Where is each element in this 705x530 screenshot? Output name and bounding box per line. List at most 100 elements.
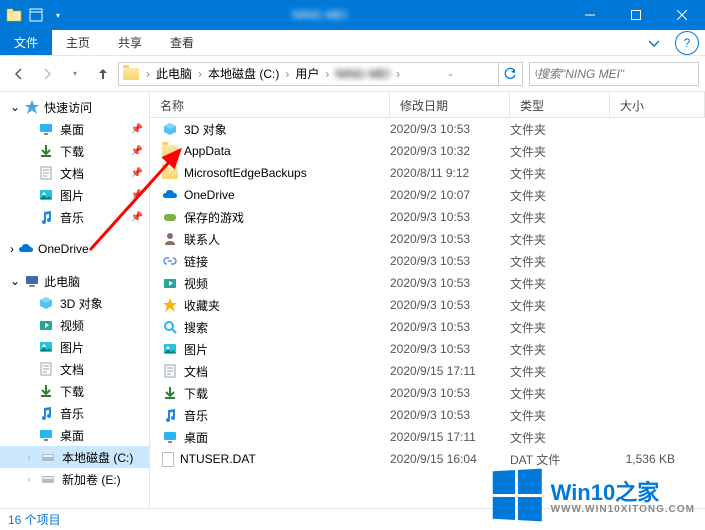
file-list: 名称 修改日期 类型 大小 3D 对象2020/9/3 10:53文件夹AppD… [150,92,705,508]
search-box[interactable] [529,62,699,86]
file-type: 文件夹 [510,319,610,336]
file-date: 2020/9/3 10:53 [390,408,510,422]
sidebar-item[interactable]: 3D 对象 [0,292,149,314]
tab-view[interactable]: 查看 [156,30,208,55]
table-row[interactable]: 联系人2020/9/3 10:53文件夹 [150,228,705,250]
sidebar-item[interactable]: 图片 [0,336,149,358]
sidebar-tree[interactable]: ⌄ 快速访问 桌面📌下载📌文档📌图片📌音乐📌 › OneDrive ⌄ 此电脑 … [0,92,150,508]
pin-icon: 📌 [131,212,143,223]
sidebar-label: OneDrive [38,242,89,256]
file-date: 2020/9/2 10:07 [390,188,510,202]
breadcrumb-user-folder[interactable]: NING MEI [332,63,393,85]
file-date: 2020/9/15 16:04 [390,452,510,466]
maximize-button[interactable] [613,0,659,30]
sidebar-onedrive[interactable]: › OneDrive [0,238,149,260]
qat-dropdown-icon[interactable]: ▾ [50,7,66,23]
breadcrumb-sep[interactable]: › [143,67,153,81]
file-type: 文件夹 [510,297,610,314]
file-date: 2020/9/3 10:53 [390,122,510,136]
breadcrumb-users[interactable]: 用户 [292,63,322,85]
sidebar-quick-access[interactable]: ⌄ 快速访问 [0,96,149,118]
column-size[interactable]: 大小 [610,92,705,117]
sidebar-item-label: 音乐 [60,405,84,422]
file-type: 文件夹 [510,407,610,424]
sidebar-item[interactable]: ›本地磁盘 (C:) [0,446,149,468]
pin-icon: 📌 [131,190,143,201]
table-row[interactable]: OneDrive2020/9/2 10:07文件夹 [150,184,705,206]
column-date[interactable]: 修改日期 [390,92,510,117]
table-row[interactable]: 链接2020/9/3 10:53文件夹 [150,250,705,272]
sidebar-item[interactable]: 下载📌 [0,140,149,162]
sidebar-item[interactable]: 音乐📌 [0,206,149,228]
tab-home[interactable]: 主页 [52,30,104,55]
table-row[interactable]: 桌面2020/9/15 17:11文件夹 [150,426,705,448]
breadcrumb-disk-c[interactable]: 本地磁盘 (C:) [205,63,282,85]
breadcrumb-sep[interactable]: › [393,67,403,81]
table-row[interactable]: MicrosoftEdgeBackups2020/8/11 9:12文件夹 [150,162,705,184]
sidebar-item-label: 3D 对象 [60,295,103,312]
file-name: 保存的游戏 [184,209,244,226]
tab-share[interactable]: 共享 [104,30,156,55]
file-name: 搜索 [184,319,208,336]
sidebar-item-label: 视频 [60,317,84,334]
table-row[interactable]: 收藏夹2020/9/3 10:53文件夹 [150,294,705,316]
file-date: 2020/9/3 10:53 [390,386,510,400]
table-row[interactable]: 音乐2020/9/3 10:53文件夹 [150,404,705,426]
sidebar-item-label: 下载 [60,383,84,400]
sidebar-this-pc[interactable]: ⌄ 此电脑 [0,270,149,292]
sidebar-item-label: 桌面 [60,121,84,138]
table-row[interactable]: 下载2020/9/3 10:53文件夹 [150,382,705,404]
refresh-button[interactable] [498,63,522,85]
sidebar-item[interactable]: 下载 [0,380,149,402]
table-row[interactable]: 3D 对象2020/9/3 10:53文件夹 [150,118,705,140]
breadcrumb-sep[interactable]: › [322,67,332,81]
breadcrumb-sep[interactable]: › [282,67,292,81]
breadcrumb[interactable]: › 此电脑 › 本地磁盘 (C:) › 用户 › NING MEI › ⌄ [118,62,523,86]
pin-icon: 📌 [131,168,143,179]
sidebar-item[interactable]: 音乐 [0,402,149,424]
ribbon-expand-button[interactable] [639,30,669,55]
sidebar-item-label: 新加卷 (E:) [62,471,121,488]
file-type: 文件夹 [510,429,610,446]
breadcrumb-dropdown[interactable]: ⌄ [444,63,458,85]
table-row[interactable]: 文档2020/9/15 17:11文件夹 [150,360,705,382]
file-tab[interactable]: 文件 [0,30,52,55]
column-name[interactable]: 名称 [150,92,390,117]
file-date: 2020/9/3 10:53 [390,342,510,356]
nav-recent-dropdown[interactable]: ▾ [62,61,88,87]
titlebar: ▾ NING MEI [0,0,705,30]
help-button[interactable]: ? [675,31,699,55]
qat-properties-icon[interactable] [28,7,44,23]
file-rows[interactable]: 3D 对象2020/9/3 10:53文件夹AppData2020/9/3 10… [150,118,705,508]
nav-up-button[interactable] [90,61,116,87]
breadcrumb-this-pc[interactable]: 此电脑 [153,63,195,85]
window-title: NING MEI [72,8,567,22]
table-row[interactable]: 搜索2020/9/3 10:53文件夹 [150,316,705,338]
sidebar-item[interactable]: 文档📌 [0,162,149,184]
sidebar-item[interactable]: 桌面📌 [0,118,149,140]
file-name: 收藏夹 [184,297,220,314]
pin-icon: 📌 [131,146,143,157]
file-type: 文件夹 [510,165,610,182]
table-row[interactable]: 图片2020/9/3 10:53文件夹 [150,338,705,360]
search-input[interactable] [537,67,694,81]
sidebar-item-label: 本地磁盘 (C:) [62,449,133,466]
close-button[interactable] [659,0,705,30]
table-row[interactable]: 保存的游戏2020/9/3 10:53文件夹 [150,206,705,228]
sidebar-item[interactable]: 图片📌 [0,184,149,206]
nav-forward-button[interactable] [34,61,60,87]
table-row[interactable]: 视频2020/9/3 10:53文件夹 [150,272,705,294]
nav-back-button[interactable] [6,61,32,87]
minimize-button[interactable] [567,0,613,30]
file-type: 文件夹 [510,363,610,380]
sidebar-item[interactable]: 文档 [0,358,149,380]
navbar: ▾ › 此电脑 › 本地磁盘 (C:) › 用户 › NING MEI › ⌄ [0,56,705,92]
star-icon [24,99,40,115]
sidebar-item[interactable]: 视频 [0,314,149,336]
table-row[interactable]: NTUSER.DAT2020/9/15 16:04DAT 文件1,536 KB [150,448,705,470]
breadcrumb-sep[interactable]: › [195,67,205,81]
column-type[interactable]: 类型 [510,92,610,117]
table-row[interactable]: AppData2020/9/3 10:32文件夹 [150,140,705,162]
sidebar-item[interactable]: ›新加卷 (E:) [0,468,149,490]
sidebar-item[interactable]: 桌面 [0,424,149,446]
